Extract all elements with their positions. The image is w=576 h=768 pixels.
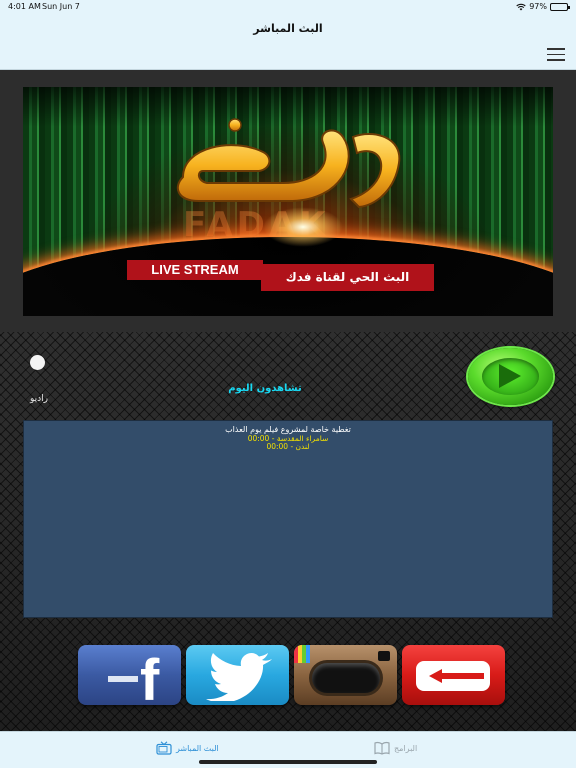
instagram-button[interactable] — [294, 645, 397, 705]
battery-icon — [550, 2, 570, 11]
wifi-icon — [516, 3, 526, 11]
tab-live[interactable]: البث المباشر — [156, 738, 219, 758]
banner-caption: البث الحي لقناة فدك — [261, 264, 434, 291]
tab-live-label: البث المباشر — [176, 743, 219, 753]
tv-icon — [156, 741, 172, 755]
play-icon — [499, 364, 521, 388]
twitter-icon — [206, 652, 272, 701]
battery-percent: 97% — [529, 2, 547, 11]
schedule-title: تغطية خاصة لمشروع فيلم يوم العذاب — [225, 425, 351, 434]
radio-label: راديو — [30, 394, 49, 404]
schedule-panel: تغطية خاصة لمشروع فيلم يوم العذاب سامراء… — [23, 420, 553, 618]
play-button[interactable] — [468, 348, 553, 405]
status-indicators: 97% — [516, 2, 570, 11]
navigation-bar: البث المباشر — [0, 14, 576, 70]
status-bar: 4:01 AM Sun Jun 7 97% — [0, 0, 576, 14]
instagram-icon — [312, 663, 380, 693]
schedule-time-london: لندن - 00:00 — [266, 442, 310, 451]
channel-banner: FADAK LIVE STREAM البث الحي لقناة فدك — [23, 87, 553, 316]
hamburger-icon — [547, 48, 565, 50]
youtube-button[interactable] — [402, 645, 505, 705]
book-icon — [374, 741, 390, 755]
facebook-icon: f — [140, 648, 160, 706]
radio-toggle[interactable] — [30, 355, 45, 370]
page-title: البث المباشر — [253, 22, 323, 35]
menu-button[interactable] — [547, 48, 565, 62]
tab-programs[interactable]: البرامج — [374, 738, 417, 758]
live-stream-label: LIVE STREAM — [127, 260, 263, 280]
twitter-button[interactable] — [186, 645, 289, 705]
tab-programs-label: البرامج — [394, 743, 418, 753]
status-date: Sun Jun 7 — [42, 2, 80, 11]
home-indicator — [199, 760, 377, 764]
status-time: 4:01 AM — [8, 2, 41, 11]
watching-today-label: تشاهدون اليوم — [228, 383, 302, 394]
channel-logo — [176, 118, 401, 209]
facebook-button[interactable]: f — [78, 645, 181, 705]
